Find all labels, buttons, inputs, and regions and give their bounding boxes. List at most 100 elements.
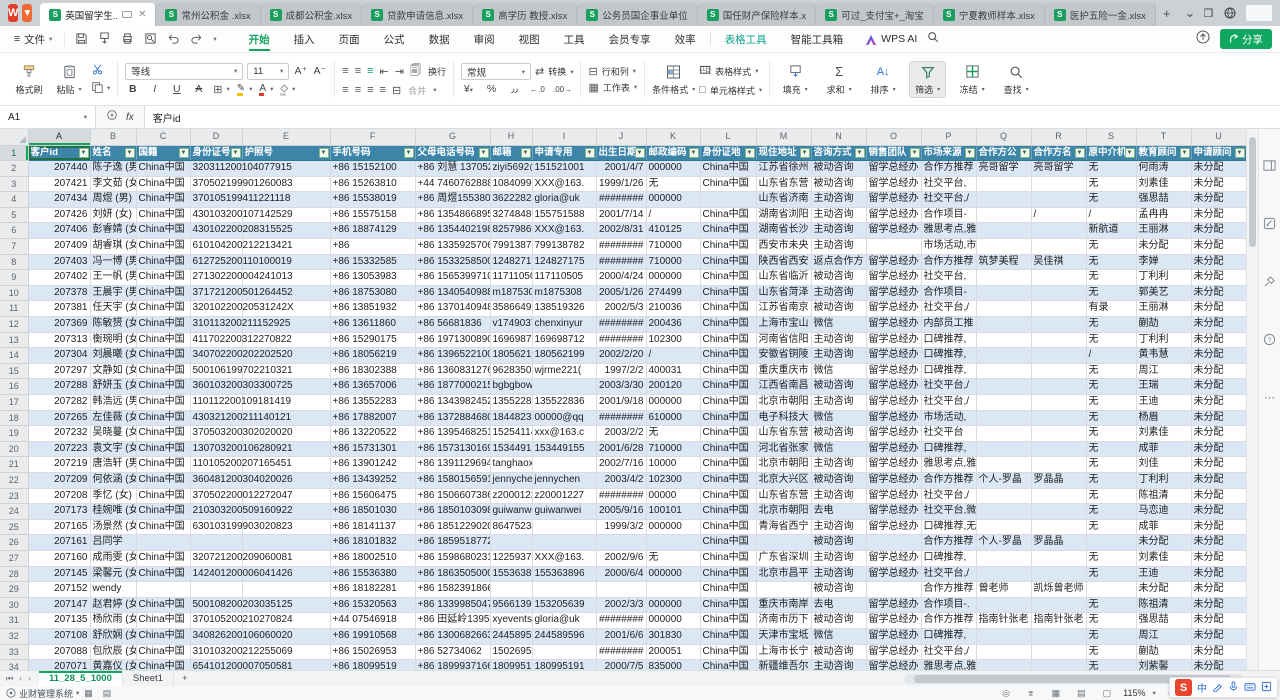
cell[interactable]: 000000 — [646, 566, 700, 582]
cell[interactable]: 留学总经办 — [866, 395, 921, 411]
cell[interactable]: gloria@uk — [532, 192, 596, 208]
cell[interactable]: +86 1506607386 — [415, 488, 490, 504]
cell[interactable]: 新航道 — [1086, 223, 1136, 239]
increase-font-button[interactable]: A⁺ — [293, 65, 308, 77]
cell[interactable]: China中国 — [700, 176, 756, 192]
file-tab-5[interactable]: S公务员国企事业单位 — [577, 3, 698, 26]
cell[interactable]: 留学总经办 — [866, 161, 921, 177]
cell[interactable]: +86 1372884680 — [415, 410, 490, 426]
cell[interactable]: 362228235 — [490, 192, 532, 208]
cell[interactable]: 2001/9/18 — [596, 395, 646, 411]
cell[interactable]: China中国 — [700, 223, 756, 239]
row-number-6[interactable]: 6 — [0, 223, 28, 239]
cell[interactable]: 2001/4/7 — [596, 161, 646, 177]
cell[interactable]: +86 18874129 — [330, 223, 415, 239]
cell[interactable]: 207219 — [28, 457, 90, 473]
cell[interactable]: 未分配 — [1191, 613, 1246, 629]
merge-icon[interactable]: ⊟ — [392, 84, 401, 97]
cell[interactable]: 244589596 — [532, 628, 596, 644]
cell[interactable]: 被动咨询 — [811, 535, 866, 551]
cell[interactable]: 主动咨询 — [811, 457, 866, 473]
cell[interactable]: 271302200004241013 — [190, 270, 242, 286]
cell[interactable]: China中国 — [136, 239, 190, 255]
cell[interactable]: 207378 — [28, 285, 90, 301]
cell[interactable] — [1031, 317, 1086, 333]
cell[interactable]: 无 — [1086, 613, 1136, 629]
cell[interactable]: 710000 — [646, 254, 700, 270]
cell[interactable]: 32010220020531242X — [190, 301, 242, 317]
cell[interactable]: +86 15290175 — [330, 332, 415, 348]
cut-icon[interactable] — [91, 63, 110, 78]
cell[interactable]: 王丽淋 — [1136, 223, 1191, 239]
cell[interactable]: 000000 — [646, 270, 700, 286]
cell[interactable]: 山东省东营 — [756, 488, 811, 504]
decrease-decimal-button[interactable]: .00→ — [553, 85, 572, 94]
cell[interactable]: 山东省济南 — [756, 192, 811, 208]
cell[interactable]: 北京市昌平 — [756, 566, 811, 582]
cell[interactable]: +86 1573130169 — [415, 441, 490, 457]
cell[interactable]: 未分配 — [1191, 395, 1246, 411]
save-icon[interactable] — [75, 32, 89, 46]
cell[interactable]: China中国 — [700, 613, 756, 629]
cell[interactable]: China中国 — [136, 285, 190, 301]
filter-dropdown-button[interactable]: ▼ — [521, 148, 531, 158]
cell[interactable]: 雅思考点,雅 — [921, 457, 976, 473]
cell[interactable]: 个人-罗晶 — [976, 535, 1031, 551]
cell[interactable]: +86 1300682663 — [415, 628, 490, 644]
cell[interactable]: +86 1339985047 — [415, 597, 490, 613]
cell[interactable]: 留学总经办 — [866, 207, 921, 223]
cell[interactable]: 合作方推荐 — [921, 613, 976, 629]
cell[interactable]: 合作项目- — [921, 207, 976, 223]
cell[interactable] — [646, 535, 700, 551]
page-layout-icon[interactable]: ▤ — [1072, 688, 1091, 699]
cell[interactable]: 刘妍 (女) — [90, 207, 136, 223]
cell[interactable]: 2003/4/2 — [596, 472, 646, 488]
name-box[interactable]: A1 ▾ — [0, 106, 96, 128]
cell[interactable]: 留学总经办 — [866, 457, 921, 473]
cell[interactable]: +86 13220522 — [330, 426, 415, 442]
cell[interactable]: China中国 — [700, 254, 756, 270]
cell[interactable]: +86 15536380 — [330, 566, 415, 582]
cell[interactable]: 124827175 — [532, 254, 596, 270]
cell[interactable]: 市场活动, — [921, 410, 976, 426]
cell[interactable]: +86 周煜155380 — [415, 192, 490, 208]
page-break-icon[interactable]: ▢ — [1098, 688, 1117, 699]
cell[interactable]: 重庆市南岸 — [756, 597, 811, 613]
font-size-select[interactable]: 11▾ — [247, 63, 289, 80]
cell[interactable]: 刘素佳 — [1136, 550, 1191, 566]
cell[interactable]: China中国 — [700, 457, 756, 473]
cell[interactable]: wjrme221( — [532, 363, 596, 379]
cell[interactable]: 社交平台,/ — [921, 395, 976, 411]
cell[interactable]: 124827175 — [490, 254, 532, 270]
cell[interactable]: +86 18753080 — [330, 285, 415, 301]
cell[interactable]: 358664913 — [490, 301, 532, 317]
cell[interactable]: +86 1598680231 — [415, 550, 490, 566]
justify-icon[interactable]: ≡ — [380, 84, 385, 96]
cell[interactable]: 留学总经办 — [866, 254, 921, 270]
cell[interactable]: / — [1086, 348, 1136, 364]
cell[interactable]: 207434 — [28, 192, 90, 208]
header-cell[interactable]: 合作方名▼ — [1031, 145, 1086, 161]
cell[interactable] — [1031, 363, 1086, 379]
row-number-26[interactable]: 26 — [0, 535, 28, 551]
redo-icon[interactable] — [190, 32, 204, 46]
cell[interactable]: 430321200211140121 — [190, 410, 242, 426]
cell[interactable] — [976, 457, 1031, 473]
edit-pane-icon[interactable] — [1263, 217, 1276, 233]
cell[interactable]: +86 1580156591 — [415, 472, 490, 488]
cell[interactable]: China中国 — [136, 223, 190, 239]
header-cell[interactable]: 姓名▼ — [90, 145, 136, 161]
cell[interactable]: 135522836 — [490, 395, 532, 411]
cell[interactable]: 2000/6/4 — [596, 566, 646, 582]
cell[interactable]: China中国 — [700, 441, 756, 457]
cell[interactable] — [490, 535, 532, 551]
cell[interactable]: 成雨雯 (女 — [90, 550, 136, 566]
cell[interactable]: China中国 — [136, 504, 190, 520]
cell[interactable]: 陈子逸 (男 — [90, 161, 136, 177]
cell[interactable]: 桂婉唯 (女 — [90, 504, 136, 520]
cell[interactable]: 未分配 — [1191, 161, 1246, 177]
cell[interactable]: z20001227 — [532, 488, 596, 504]
cell[interactable] — [1031, 301, 1086, 317]
cell[interactable]: 陈祖清 — [1136, 597, 1191, 613]
cell[interactable]: jennychen — [532, 472, 596, 488]
